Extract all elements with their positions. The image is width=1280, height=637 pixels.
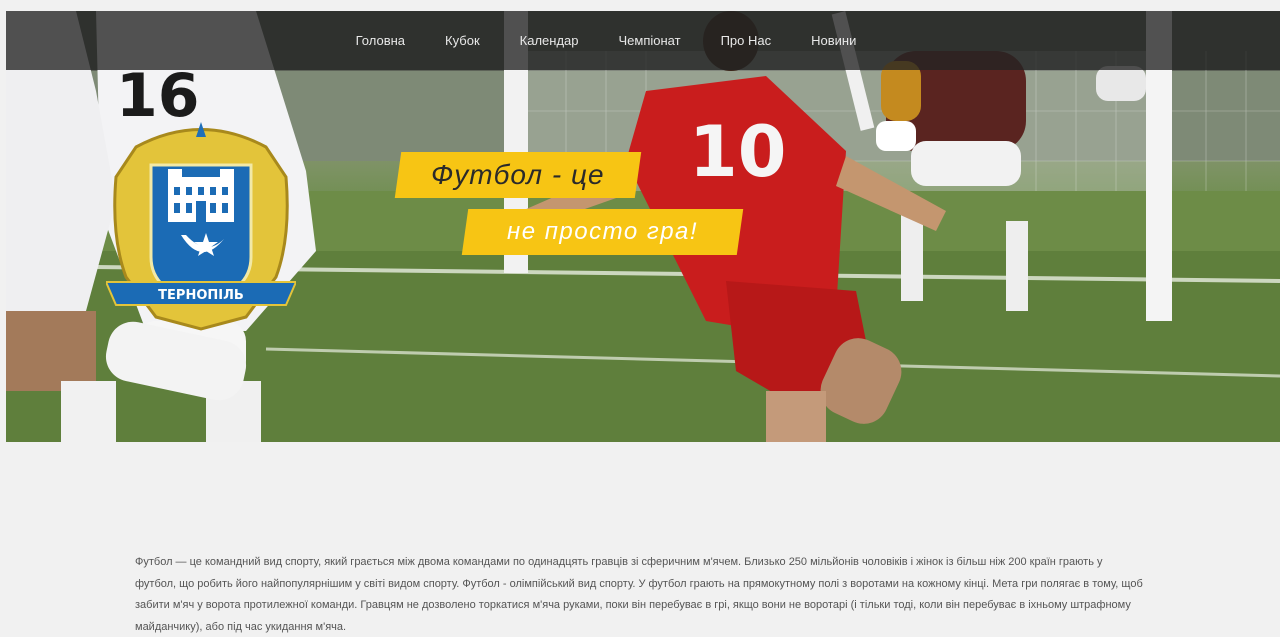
player-number-center: 10: [689, 111, 786, 193]
nav-item-calendar[interactable]: Календар: [500, 33, 599, 48]
nav-item-news[interactable]: Новини: [791, 33, 876, 48]
slogan-line-2: не просто гра!: [506, 218, 699, 245]
nav-menu: Головна Кубок Календар Чемпіонат Про Нас…: [336, 33, 877, 48]
nav-item-home[interactable]: Головна: [336, 33, 425, 48]
slogan-line-1: Футбол - це: [431, 159, 605, 190]
nav-item-about[interactable]: Про Нас: [701, 33, 792, 48]
ternopil-crest-logo: ТЕРНОПІЛЬ: [106, 122, 296, 331]
nav-item-cup[interactable]: Кубок: [425, 33, 500, 48]
main-navigation: Головна Кубок Календар Чемпіонат Про Нас…: [6, 11, 1280, 70]
nav-item-championship[interactable]: Чемпіонат: [598, 33, 700, 48]
slogan-line-1-box: Футбол - це: [394, 152, 642, 198]
page: 10 16 ТЕРНОПІЛЬ Футбол - це не просто гр…: [0, 0, 1280, 637]
intro-paragraph: Футбол — це командний вид спорту, який г…: [135, 556, 1143, 633]
slogan-line-2-box: не просто гра!: [461, 209, 744, 255]
crest-caption: ТЕРНОПІЛЬ: [158, 288, 244, 303]
hero-banner: 10 16 ТЕРНОПІЛЬ Футбол - це не просто гр…: [6, 11, 1280, 442]
